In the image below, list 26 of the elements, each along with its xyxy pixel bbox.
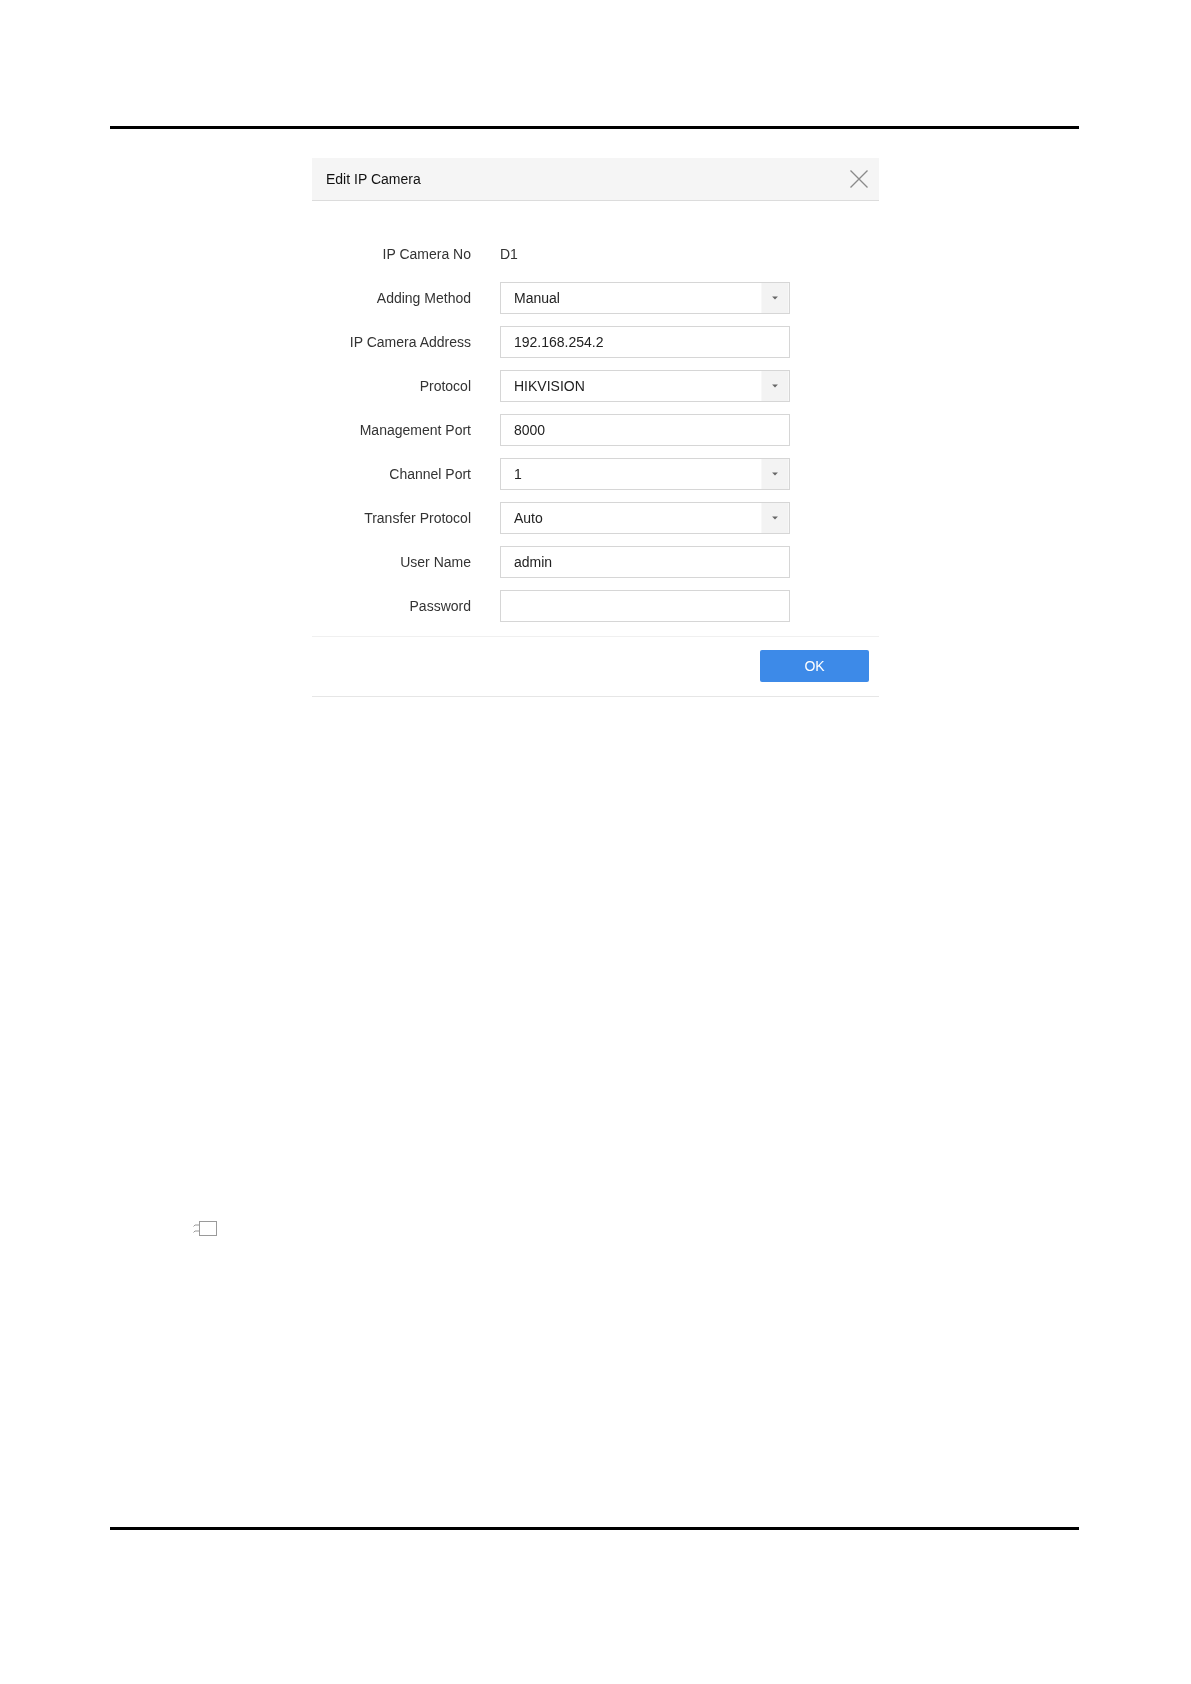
dialog-title: Edit IP Camera	[326, 171, 421, 187]
input-field[interactable]: 192.168.254.2	[500, 326, 790, 358]
field-label: IP Camera No	[381, 246, 471, 262]
input-field[interactable]	[500, 590, 790, 622]
field-label: Protocol	[418, 378, 471, 394]
ok-button[interactable]: OK	[760, 650, 869, 682]
field-label: Adding Method	[375, 290, 471, 306]
field-value: D1	[500, 246, 518, 262]
field-label: User Name	[399, 554, 471, 570]
field-label: Channel Port	[388, 466, 471, 482]
note-icon	[193, 1221, 217, 1236]
field-label: Password	[408, 598, 471, 614]
caret-icon	[761, 459, 789, 489]
dropdown[interactable]: 1	[500, 458, 790, 490]
input-field[interactable]: admin	[500, 546, 790, 578]
field-label: IP Camera Address	[348, 334, 471, 350]
field-label: Management Port	[358, 422, 471, 438]
dropdown[interactable]: Auto	[500, 502, 790, 534]
close-icon[interactable]	[850, 170, 868, 188]
caret-icon	[761, 503, 789, 533]
caret-icon	[761, 371, 789, 401]
field-label: Transfer Protocol	[363, 510, 471, 526]
caret-icon	[761, 283, 789, 313]
input-field[interactable]: 8000	[500, 414, 790, 446]
dropdown[interactable]: Manual	[500, 282, 790, 314]
dropdown[interactable]: HIKVISION	[500, 370, 790, 402]
